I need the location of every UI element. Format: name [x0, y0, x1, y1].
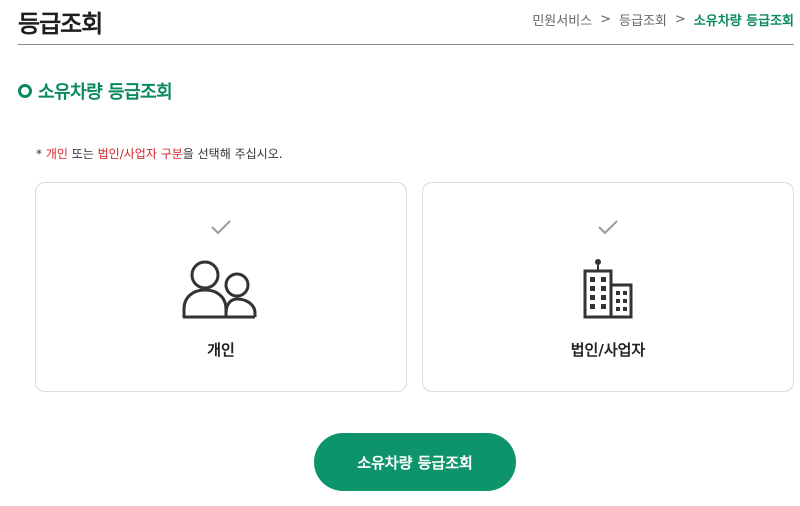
grade-inquiry-button[interactable]: 소유차량 등급조회 — [314, 433, 516, 491]
breadcrumb-item-grade-inquiry[interactable]: 등급조회 — [619, 10, 667, 29]
notice-suffix: 을 선택해 주십시오. — [182, 147, 283, 161]
page-header: 등급조회 민원서비스 > 등급조회 > 소유차량 등급조회 — [18, 0, 794, 45]
notice-option-corporate: 법인/사업자 구분 — [97, 147, 183, 161]
option-card-corporate[interactable]: 법인/사업자 — [422, 182, 794, 392]
check-icon — [211, 220, 231, 235]
page-title: 등급조회 — [18, 10, 103, 38]
check-icon — [598, 220, 618, 235]
breadcrumb-separator: > — [674, 12, 686, 27]
section-title-text: 소유차량 등급조회 — [38, 82, 173, 103]
page: 등급조회 민원서비스 > 등급조회 > 소유차량 등급조회 소유차량 등급조회 … — [0, 0, 800, 506]
breadcrumb: 민원서비스 > 등급조회 > 소유차량 등급조회 — [532, 10, 794, 29]
breadcrumb-item-civil-service[interactable]: 민원서비스 — [532, 10, 592, 29]
notice-option-personal: 개인 — [45, 147, 68, 161]
breadcrumb-item-current: 소유차량 등급조회 — [693, 14, 794, 29]
building-icon — [583, 259, 633, 319]
breadcrumb-separator: > — [600, 12, 612, 27]
option-label-corporate: 법인/사업자 — [570, 341, 646, 359]
option-label-personal: 개인 — [207, 341, 235, 359]
people-icon — [182, 260, 257, 319]
notice-prefix: * — [36, 147, 46, 161]
option-card-personal[interactable]: 개인 — [35, 182, 407, 392]
section-title: 소유차량 등급조회 — [18, 78, 173, 104]
notice-connector: 또는 — [67, 147, 98, 161]
selection-notice: * 개인 또는 법인/사업자 구분을 선택해 주십시오. — [36, 145, 283, 162]
ring-bullet-icon — [18, 84, 32, 98]
